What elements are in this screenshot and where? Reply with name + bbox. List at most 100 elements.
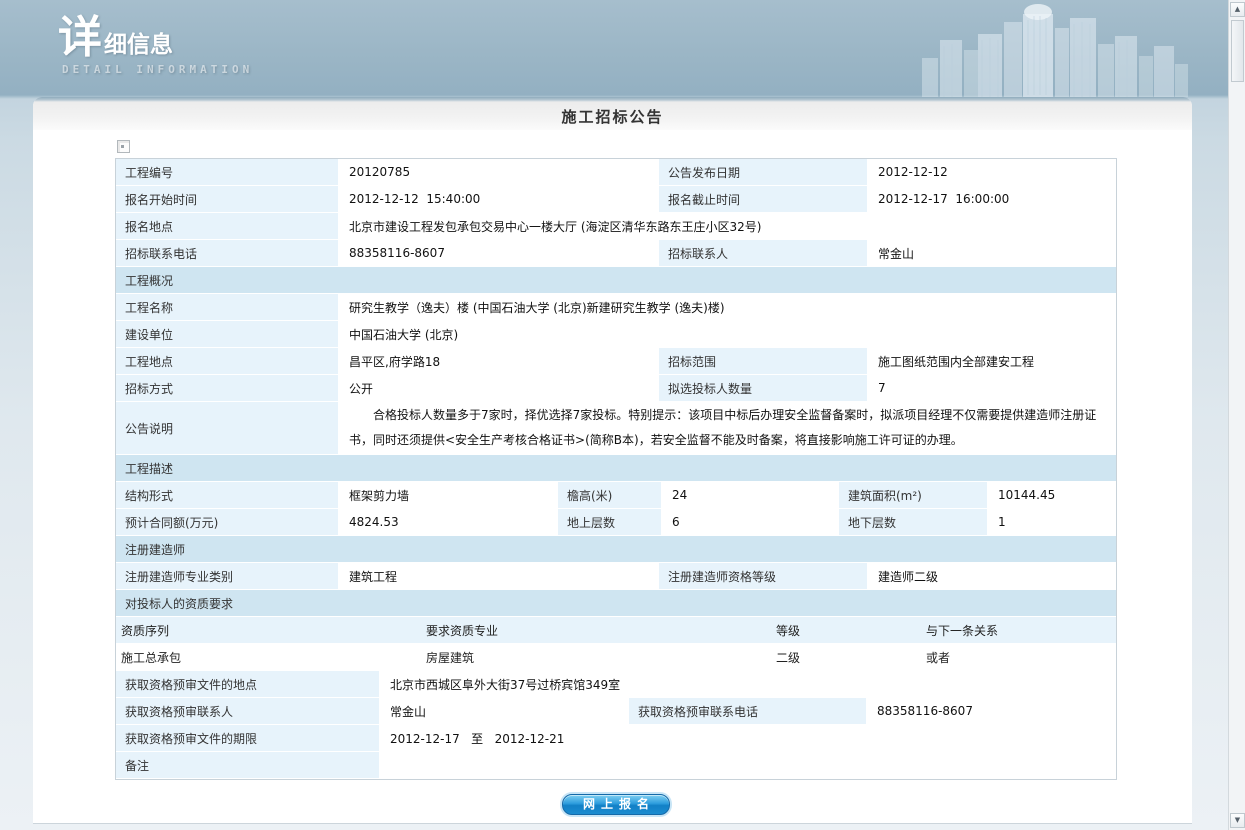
table-cell: 或者 [921,644,1116,670]
table-row-notice: 公告说明 合格投标人数量多于7家时，择优选择7家投标。特别提示：该项目中标后办理… [116,402,1116,455]
table-row: 工程地点 昌平区,府学路18 招标范围 施工图纸范围内全部建安工程 [116,348,1116,375]
table-row: 报名开始时间 2012-12-12 15:40:00 报名截止时间 2012-1… [116,186,1116,213]
field-value: 7 [867,375,1116,401]
field-value: 昌平区,府学路18 [338,348,659,374]
field-value: 北京市西城区阜外大街37号过桥宾馆349室 [379,671,1116,697]
column-header: 与下一条关系 [921,617,1116,643]
field-label: 报名开始时间 [116,186,338,212]
field-label: 地下层数 [839,509,987,535]
field-label: 建筑面积(m²) [839,482,987,508]
field-value [379,752,1116,778]
table-cell: 房屋建筑 [421,644,771,670]
column-header: 等级 [771,617,921,643]
qualification-header-row: 资质序列 要求资质专业 等级 与下一条关系 [116,617,1116,644]
field-value: 中国石油大学 (北京) [338,321,1116,347]
table-row: 注册建造师专业类别 建筑工程 注册建造师资格等级 建造师二级 [116,563,1116,590]
field-label: 檐高(米) [558,482,661,508]
table-row: 工程编号 20120785 公告发布日期 2012-12-12 [116,159,1116,186]
table-row: 招标方式 公开 拟选投标人数量 7 [116,375,1116,402]
field-value: 2012-12-17 16:00:00 [867,186,1116,212]
table-cell: 二级 [771,644,921,670]
field-value: 4824.53 [338,509,558,535]
field-label: 获取资格预审联系人 [116,698,379,724]
field-label: 工程地点 [116,348,338,374]
field-value: 1 [987,509,1116,535]
field-label: 公告说明 [116,402,338,454]
field-label: 招标方式 [116,375,338,401]
table-row: 招标联系电话 88358116-8607 招标联系人 常金山 [116,240,1116,267]
field-value: 研究生教学（逸夫）楼 (中国石油大学 (北京)新建研究生教学 (逸夫)楼) [338,294,1116,320]
content-panel: 施工招标公告 工程编号 20120785 公告发布日期 2012-12-12 报… [33,97,1192,824]
field-label: 报名截止时间 [659,186,867,212]
field-label: 获取资格预审文件的期限 [116,725,379,751]
section-header-builder: 注册建造师 [116,536,1116,563]
field-value: 88358116-8607 [866,698,1116,724]
table-row: 获取资格预审文件的期限 2012-12-17 至 2012-12-21 [116,725,1116,752]
table-row: 获取资格预审文件的地点 北京市西城区阜外大街37号过桥宾馆349室 [116,671,1116,698]
field-value: 建筑工程 [338,563,659,589]
section-header-overview: 工程概况 [116,267,1116,294]
field-value: 10144.45 [987,482,1116,508]
field-label: 公告发布日期 [659,159,867,185]
field-value: 6 [661,509,839,535]
table-cell: 施工总承包 [116,644,421,670]
field-value: 建造师二级 [867,563,1116,589]
section-title: 工程概况 [116,267,1116,293]
table-row: 工程名称 研究生教学（逸夫）楼 (中国石油大学 (北京)新建研究生教学 (逸夫)… [116,294,1116,321]
table-row: 获取资格预审联系人 常金山 获取资格预审联系电话 88358116-8607 [116,698,1116,725]
table-row: 报名地点 北京市建设工程发包承包交易中心一楼大厅 (海淀区清华东路东王庄小区32… [116,213,1116,240]
scrollbar-thumb[interactable] [1231,20,1244,82]
field-label: 预计合同额(万元) [116,509,338,535]
field-label: 获取资格预审联系电话 [629,698,866,724]
field-label: 注册建造师资格等级 [659,563,867,589]
field-value: 公开 [338,375,659,401]
field-value: 88358116-8607 [338,240,659,266]
logo-main-char: 详 [58,12,102,63]
announcement-table: 工程编号 20120785 公告发布日期 2012-12-12 报名开始时间 2… [115,158,1117,780]
section-header-description: 工程描述 [116,455,1116,482]
field-label: 招标联系人 [659,240,867,266]
field-label: 工程编号 [116,159,338,185]
section-title: 注册建造师 [116,536,1116,562]
section-title: 对投标人的资质要求 [116,590,1116,616]
table-row: 结构形式 框架剪力墙 檐高(米) 24 建筑面积(m²) 10144.45 [116,482,1116,509]
field-label: 招标联系电话 [116,240,338,266]
field-label: 备注 [116,752,379,778]
field-value: 施工图纸范围内全部建安工程 [867,348,1116,374]
field-value: 2012-12-12 [867,159,1116,185]
field-label: 报名地点 [116,213,338,239]
vertical-scrollbar[interactable]: ▲ ▼ [1228,0,1245,830]
field-value: 北京市建设工程发包承包交易中心一楼大厅 (海淀区清华东路东王庄小区32号) [338,213,1116,239]
online-signup-button[interactable]: 网上报名 [562,794,670,815]
field-value: 合格投标人数量多于7家时，择优选择7家投标。特别提示：该项目中标后办理安全监督备… [338,402,1116,454]
logo-english-subtitle: DETAIL INFORMATION [62,63,253,76]
section-title: 工程描述 [116,455,1116,481]
field-label: 注册建造师专业类别 [116,563,338,589]
table-row: 备注 [116,752,1116,779]
column-header: 资质序列 [116,617,421,643]
field-value: 24 [661,482,839,508]
field-value: 20120785 [338,159,659,185]
action-area: 网上报名 [115,793,1117,815]
field-label: 结构形式 [116,482,338,508]
section-header-qualification: 对投标人的资质要求 [116,590,1116,617]
scroll-up-icon[interactable]: ▲ [1230,2,1245,17]
field-value: 2012-12-17 至 2012-12-21 [379,725,1116,751]
table-row: 建设单位 中国石油大学 (北京) [116,321,1116,348]
qualification-data-row: 施工总承包 房屋建筑 二级 或者 [116,644,1116,671]
scroll-down-icon[interactable]: ▼ [1230,813,1245,828]
field-label: 获取资格预审文件的地点 [116,671,379,697]
cityscape-graphic [920,0,1190,97]
site-logo: 详细信息 DETAIL INFORMATION [58,16,253,76]
field-value: 常金山 [379,698,629,724]
title-bar: 施工招标公告 [33,97,1192,130]
field-value: 常金山 [867,240,1116,266]
table-row: 预计合同额(万元) 4824.53 地上层数 6 地下层数 1 [116,509,1116,536]
page-title: 施工招标公告 [561,97,663,127]
field-label: 建设单位 [116,321,338,347]
field-label: 地上层数 [558,509,661,535]
logo-sub-text: 细信息 [104,32,173,58]
field-value: 框架剪力墙 [338,482,558,508]
field-label: 拟选投标人数量 [659,375,867,401]
column-header: 要求资质专业 [421,617,771,643]
